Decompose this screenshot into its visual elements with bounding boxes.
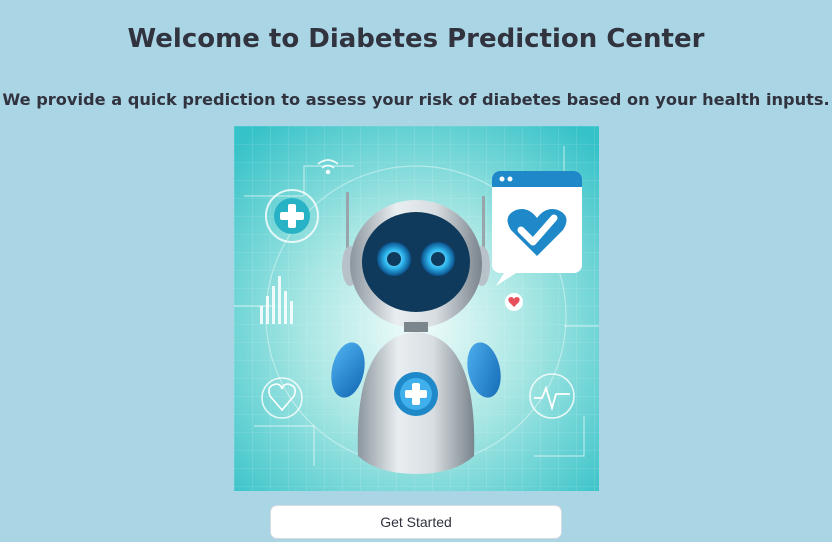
get-started-button[interactable]: Get Started <box>270 505 562 539</box>
hero-illustration <box>234 126 599 491</box>
page-subtitle: We provide a quick prediction to assess … <box>2 90 830 109</box>
page-title: Welcome to Diabetes Prediction Center <box>127 24 705 54</box>
app-page: Welcome to Diabetes Prediction Center We… <box>0 0 832 542</box>
checkmark-heart-icon <box>492 171 582 286</box>
heart-icon <box>505 293 523 311</box>
